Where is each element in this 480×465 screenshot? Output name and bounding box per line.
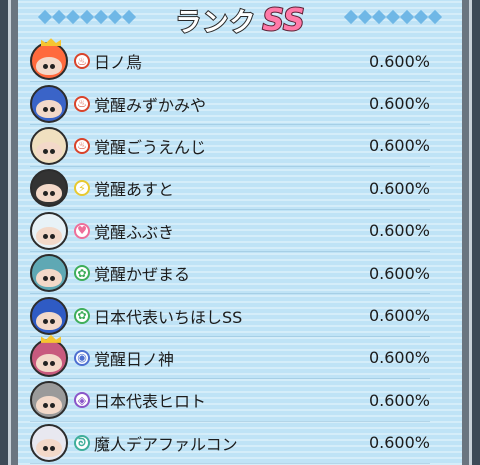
character-avatar xyxy=(30,211,68,250)
character-avatar xyxy=(30,254,68,293)
list-item[interactable]: ♨ 日ノ鳥 0.600% xyxy=(30,38,430,83)
list-item[interactable]: ♥ 覚醒ふぶき 0.600% xyxy=(30,210,430,253)
list-item[interactable]: ⚡ 覚醒あすと 0.600% xyxy=(30,167,430,210)
drop-rate: 0.600% xyxy=(368,306,430,326)
fire-icon: ♨ xyxy=(74,137,90,154)
drop-rate: 0.600% xyxy=(368,178,430,198)
character-name: 覚醒あすと xyxy=(94,180,175,200)
character-name: 覚醒みずかみや xyxy=(94,95,207,115)
list-item[interactable]: ✿ 覚醒かぜまる 0.600% xyxy=(30,252,430,295)
fire-icon: ♨ xyxy=(74,53,90,70)
header-decoration-right xyxy=(343,9,443,26)
rate-list[interactable]: ♨ 日ノ鳥 0.600% ♨ 覚醒みずかみや 0.600% ♨ 覚醒ごうえんじ 0.600% ⚡ 覚… xyxy=(30,38,430,465)
character-avatar xyxy=(30,381,68,420)
character-name: 覚醒ふぶき xyxy=(94,222,175,242)
character-name: 覚醒日ノ神 xyxy=(94,349,175,369)
rank-title: ランク SS xyxy=(174,2,305,39)
header-decoration-left xyxy=(37,9,137,26)
character-name: 日本代表いちほしSS xyxy=(94,307,243,327)
list-item[interactable]: ᘐ 魔人デアファルコン 0.600% xyxy=(30,422,430,465)
drop-rate: 0.600% xyxy=(368,433,430,453)
swirl-icon: ᘐ xyxy=(74,434,90,451)
drop-rate: 0.600% xyxy=(368,390,430,410)
list-item[interactable]: ✿ 日本代表いちほしSS 0.600% xyxy=(30,294,430,338)
rank-title-label: ランク xyxy=(174,7,257,39)
drop-rate: 0.600% xyxy=(368,94,430,114)
heart-icon: ♥ xyxy=(74,222,90,239)
character-name: 覚醒ごうえんじ xyxy=(94,137,207,157)
rank-header: ランク SS xyxy=(18,0,462,40)
character-avatar xyxy=(30,84,68,123)
character-avatar xyxy=(30,423,68,462)
list-item[interactable]: ◈ 日本代表ヒロト 0.600% xyxy=(30,379,430,422)
fire-icon: ♨ xyxy=(74,95,90,112)
lightning-icon: ⚡ xyxy=(74,180,90,197)
list-item[interactable]: ♨ 覚醒みずかみや 0.600% xyxy=(30,82,430,126)
character-name: 魔人デアファルコン xyxy=(94,434,238,454)
rank-badge: SS xyxy=(261,2,305,39)
character-avatar xyxy=(30,126,68,165)
character-name: 日本代表ヒロト xyxy=(94,392,207,412)
drop-rate: 0.600% xyxy=(368,51,430,71)
drop-rate: 0.600% xyxy=(368,348,430,368)
character-avatar xyxy=(30,296,68,335)
list-item[interactable]: ♨ 覚醒ごうえんじ 0.600% xyxy=(30,125,430,168)
eye-icon: ◈ xyxy=(74,392,90,409)
character-avatar xyxy=(30,334,68,377)
character-name: 日ノ鳥 xyxy=(94,53,143,73)
drop-rate: 0.600% xyxy=(368,221,430,241)
list-item[interactable]: ◉ 覚醒日ノ神 0.600% xyxy=(30,334,430,380)
wind-icon: ✿ xyxy=(74,307,90,324)
character-name: 覚醒かぜまる xyxy=(94,265,191,285)
drop-rate: 0.600% xyxy=(368,136,430,156)
water-icon: ◉ xyxy=(74,349,90,366)
character-avatar xyxy=(30,169,68,208)
character-avatar xyxy=(30,38,68,81)
wind-icon: ✿ xyxy=(74,265,90,282)
drop-rate: 0.600% xyxy=(368,263,430,283)
